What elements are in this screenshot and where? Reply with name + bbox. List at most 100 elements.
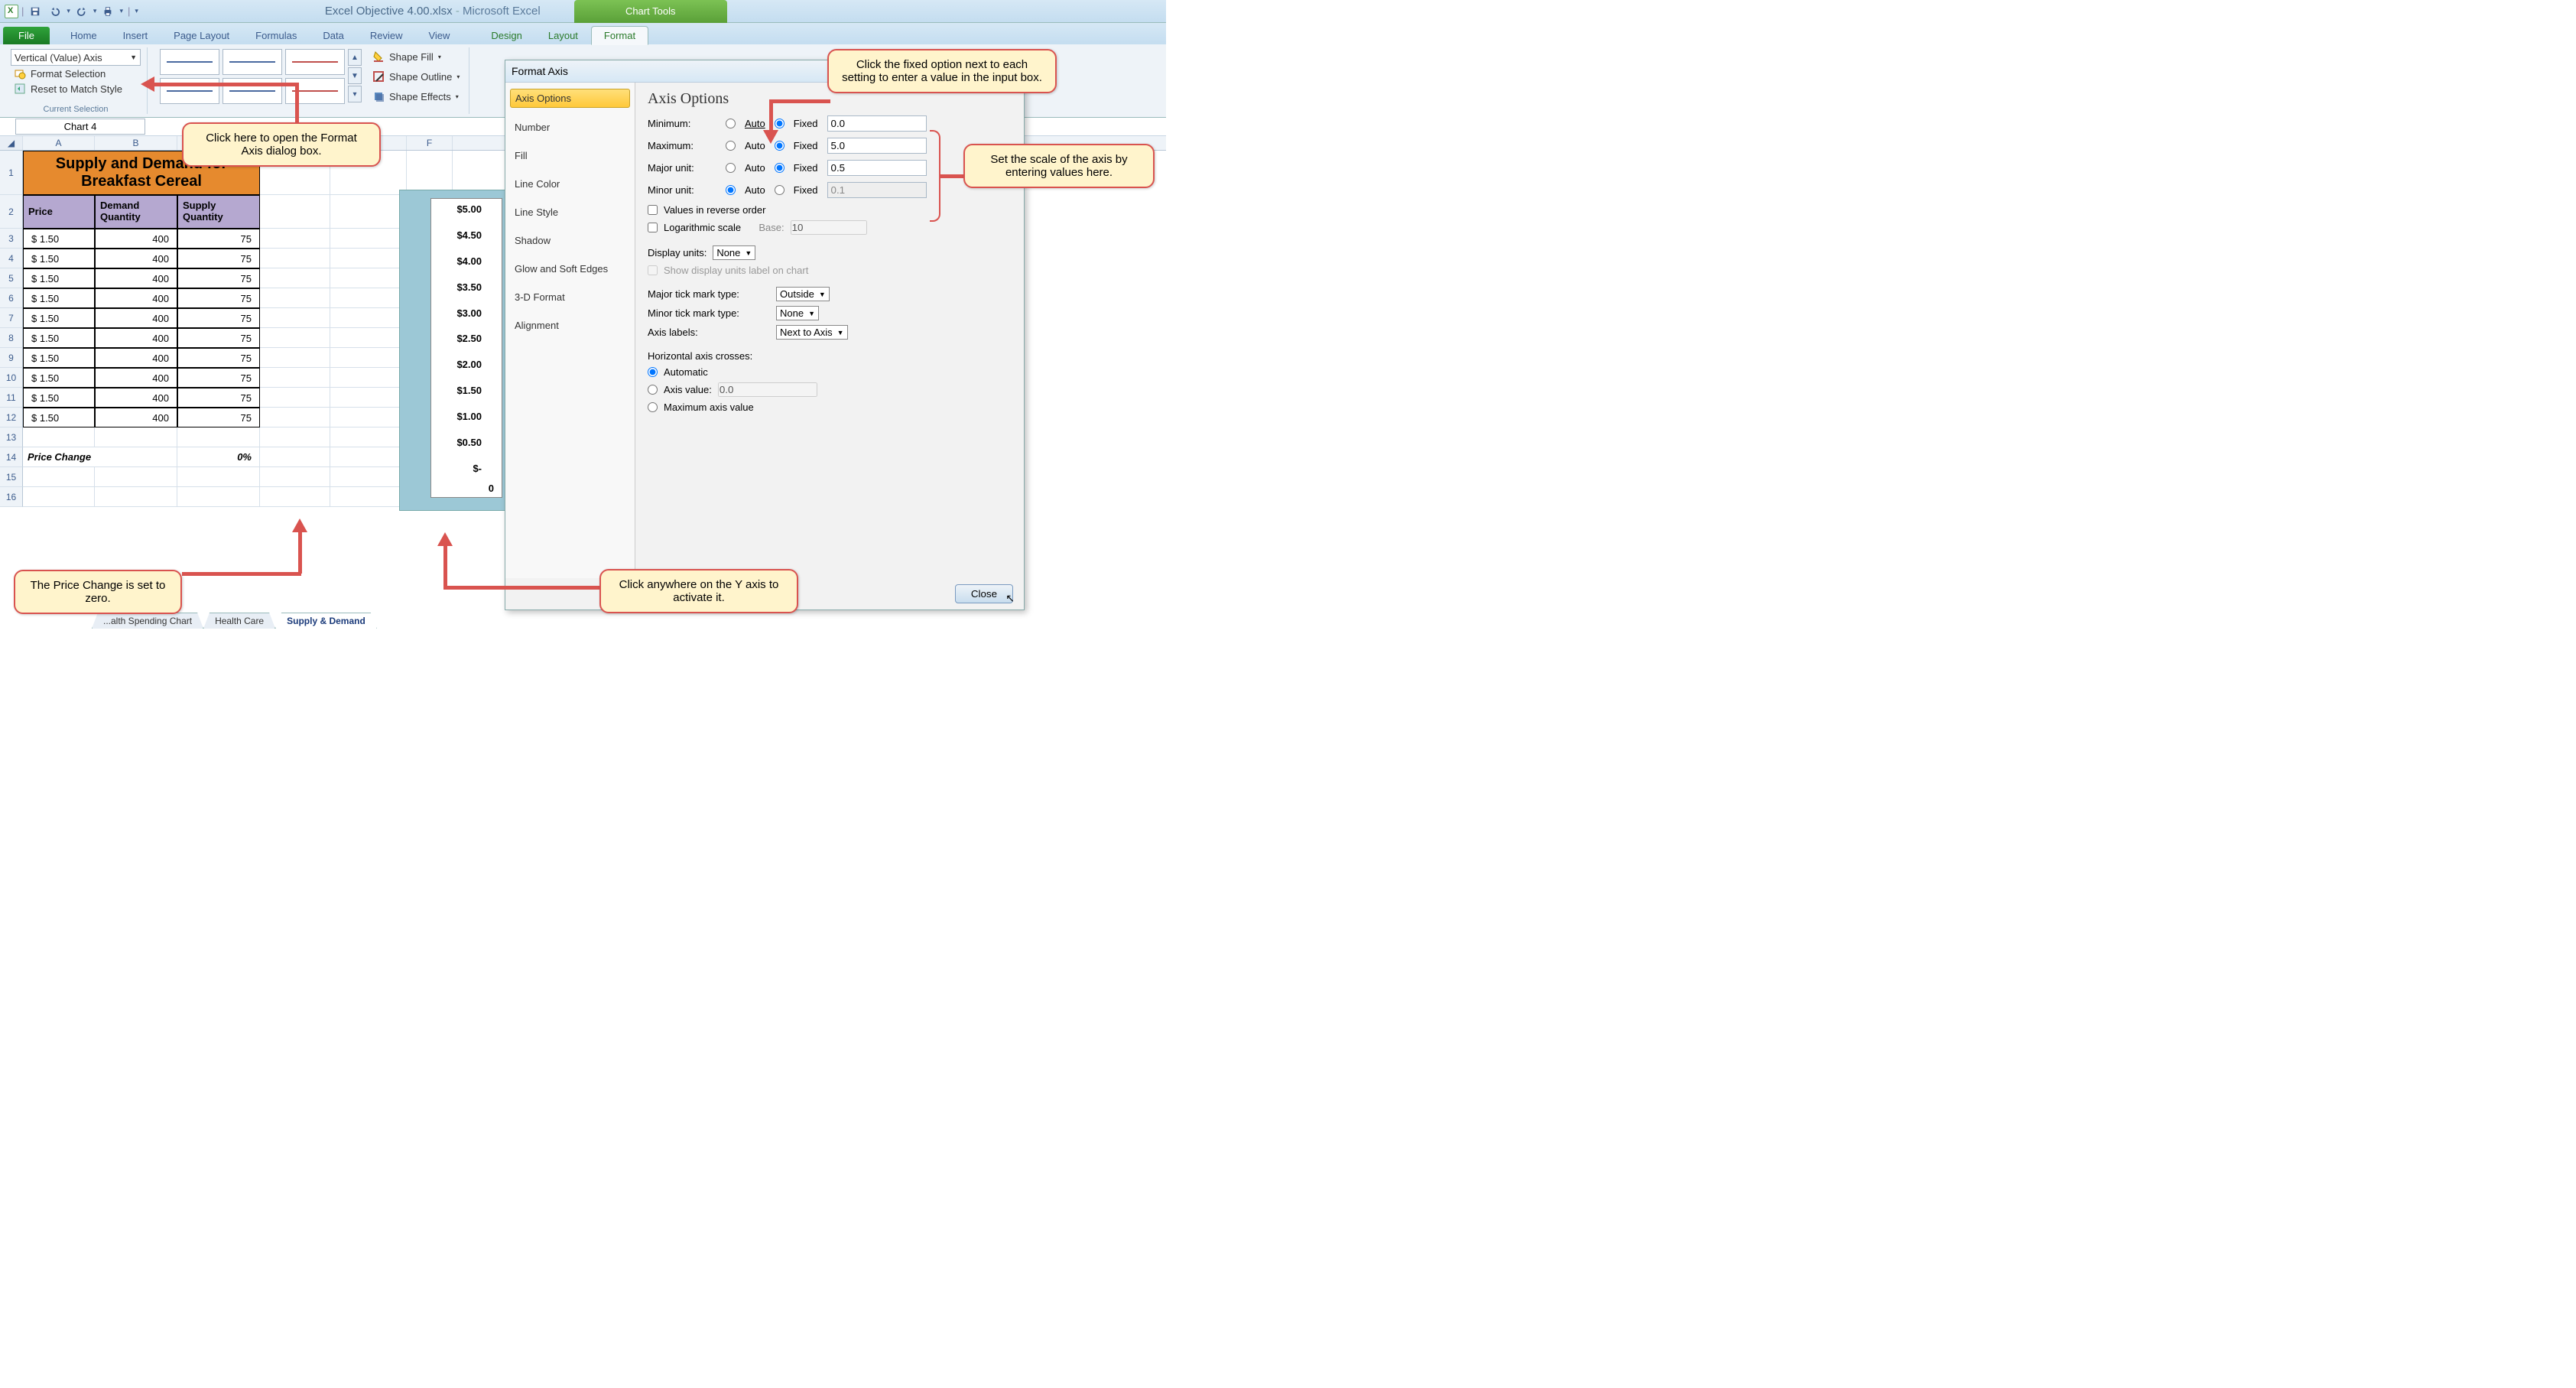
empty-cell[interactable]: [260, 348, 330, 368]
empty-cell[interactable]: [330, 368, 407, 388]
major-value-input[interactable]: [827, 160, 927, 176]
name-box[interactable]: Chart 4: [15, 119, 145, 135]
tab-file[interactable]: File: [3, 27, 50, 44]
cell-supply[interactable]: 75: [177, 308, 260, 328]
shape-effects-button[interactable]: Shape Effects ▾: [369, 89, 463, 104]
row-header[interactable]: 15: [0, 467, 23, 487]
empty-cell[interactable]: [330, 487, 407, 507]
sheet-tab[interactable]: ...alth Spending Chart: [92, 613, 203, 629]
minor-fixed-radio[interactable]: [775, 185, 784, 195]
row-header[interactable]: 5: [0, 268, 23, 288]
cell-supply[interactable]: 75: [177, 368, 260, 388]
undo-dropdown-icon[interactable]: ▾: [67, 7, 70, 15]
chart-plot-area[interactable]: $5.00$4.50$4.00$3.50$3.00$2.50$2.00$1.50…: [430, 198, 502, 498]
minimum-value-input[interactable]: [827, 115, 927, 132]
print-icon[interactable]: [99, 4, 116, 19]
minimum-auto-radio[interactable]: [726, 119, 736, 128]
minor-tick-dropdown[interactable]: None▼: [776, 306, 819, 320]
crosses-value-radio[interactable]: [648, 385, 658, 395]
shape-fill-button[interactable]: Shape Fill ▾: [369, 49, 463, 64]
empty-cell[interactable]: [330, 467, 407, 487]
cell-demand[interactable]: 400: [95, 249, 177, 268]
empty-cell[interactable]: [330, 408, 407, 427]
row-header[interactable]: 10: [0, 368, 23, 388]
row-header[interactable]: 7: [0, 308, 23, 328]
row-header[interactable]: 9: [0, 348, 23, 368]
empty-cell[interactable]: [260, 427, 330, 447]
empty-cell[interactable]: [95, 427, 177, 447]
cell-price[interactable]: $ 1.50: [23, 308, 95, 328]
cell-price[interactable]: $ 1.50: [23, 348, 95, 368]
save-icon[interactable]: [27, 4, 44, 19]
cell-demand[interactable]: 400: [95, 348, 177, 368]
gallery-up-icon[interactable]: ▲: [348, 49, 362, 66]
cell-supply[interactable]: 75: [177, 328, 260, 348]
cat-shadow[interactable]: Shadow: [510, 232, 630, 249]
header-price[interactable]: Price: [23, 195, 95, 229]
row-header[interactable]: 6: [0, 288, 23, 308]
undo-icon[interactable]: [47, 4, 63, 19]
header-demand[interactable]: Demand Quantity: [95, 195, 177, 229]
cat-alignment[interactable]: Alignment: [510, 317, 630, 334]
empty-cell[interactable]: [260, 195, 330, 229]
cell-supply[interactable]: 75: [177, 268, 260, 288]
header-supply[interactable]: Supply Quantity: [177, 195, 260, 229]
empty-cell[interactable]: [95, 467, 177, 487]
empty-cell[interactable]: [330, 308, 407, 328]
empty-cell[interactable]: [330, 328, 407, 348]
major-fixed-radio[interactable]: [775, 163, 784, 173]
cat-line-color[interactable]: Line Color: [510, 175, 630, 193]
tab-review[interactable]: Review: [357, 26, 416, 44]
cell-supply[interactable]: 75: [177, 348, 260, 368]
tab-view[interactable]: View: [415, 26, 463, 44]
log-scale-checkbox[interactable]: [648, 223, 658, 232]
cell-demand[interactable]: 400: [95, 288, 177, 308]
gallery-down-icon[interactable]: ▼: [348, 67, 362, 84]
sheet-tab[interactable]: Health Care: [203, 613, 275, 629]
empty-cell[interactable]: [330, 348, 407, 368]
row-header[interactable]: 12: [0, 408, 23, 427]
empty-cell[interactable]: [330, 288, 407, 308]
print-dropdown-icon[interactable]: ▾: [119, 7, 123, 15]
col-header[interactable]: B: [95, 136, 177, 150]
redo-icon[interactable]: [73, 4, 90, 19]
style-thumb[interactable]: [160, 49, 219, 75]
cell-price[interactable]: $ 1.50: [23, 229, 95, 249]
major-auto-radio[interactable]: [726, 163, 736, 173]
cell-demand[interactable]: 400: [95, 328, 177, 348]
cat-3d-format[interactable]: 3-D Format: [510, 288, 630, 306]
cell-demand[interactable]: 400: [95, 268, 177, 288]
empty-cell[interactable]: [260, 388, 330, 408]
cell-demand[interactable]: 400: [95, 408, 177, 427]
cat-glow[interactable]: Glow and Soft Edges: [510, 260, 630, 278]
row-header[interactable]: 14: [0, 447, 23, 467]
minimum-fixed-radio[interactable]: [775, 119, 784, 128]
maximum-value-input[interactable]: [827, 138, 927, 154]
empty-cell[interactable]: [260, 328, 330, 348]
tab-layout[interactable]: Layout: [535, 26, 591, 44]
row-header[interactable]: 11: [0, 388, 23, 408]
cell-demand[interactable]: 400: [95, 229, 177, 249]
cell-demand[interactable]: 400: [95, 368, 177, 388]
cell-price[interactable]: $ 1.50: [23, 249, 95, 268]
empty-cell[interactable]: [407, 151, 453, 195]
empty-cell[interactable]: [95, 487, 177, 507]
close-button[interactable]: Close: [955, 584, 1013, 603]
col-header[interactable]: A: [23, 136, 95, 150]
price-change-value[interactable]: 0%: [177, 447, 260, 467]
empty-cell[interactable]: [260, 447, 330, 467]
reverse-order-checkbox[interactable]: [648, 205, 658, 215]
empty-cell[interactable]: [260, 268, 330, 288]
cat-number[interactable]: Number: [510, 119, 630, 136]
maximum-auto-radio[interactable]: [726, 141, 736, 151]
empty-cell[interactable]: [260, 229, 330, 249]
row-header[interactable]: 8: [0, 328, 23, 348]
empty-cell[interactable]: [330, 195, 407, 229]
embedded-chart[interactable]: Price per Unit $5.00$4.50$4.00$3.50$3.00…: [399, 190, 506, 511]
row-header[interactable]: 13: [0, 427, 23, 447]
cell-price[interactable]: $ 1.50: [23, 288, 95, 308]
empty-cell[interactable]: [260, 408, 330, 427]
tab-home[interactable]: Home: [57, 26, 110, 44]
cell-supply[interactable]: 75: [177, 249, 260, 268]
shape-styles-gallery[interactable]: [160, 49, 345, 104]
